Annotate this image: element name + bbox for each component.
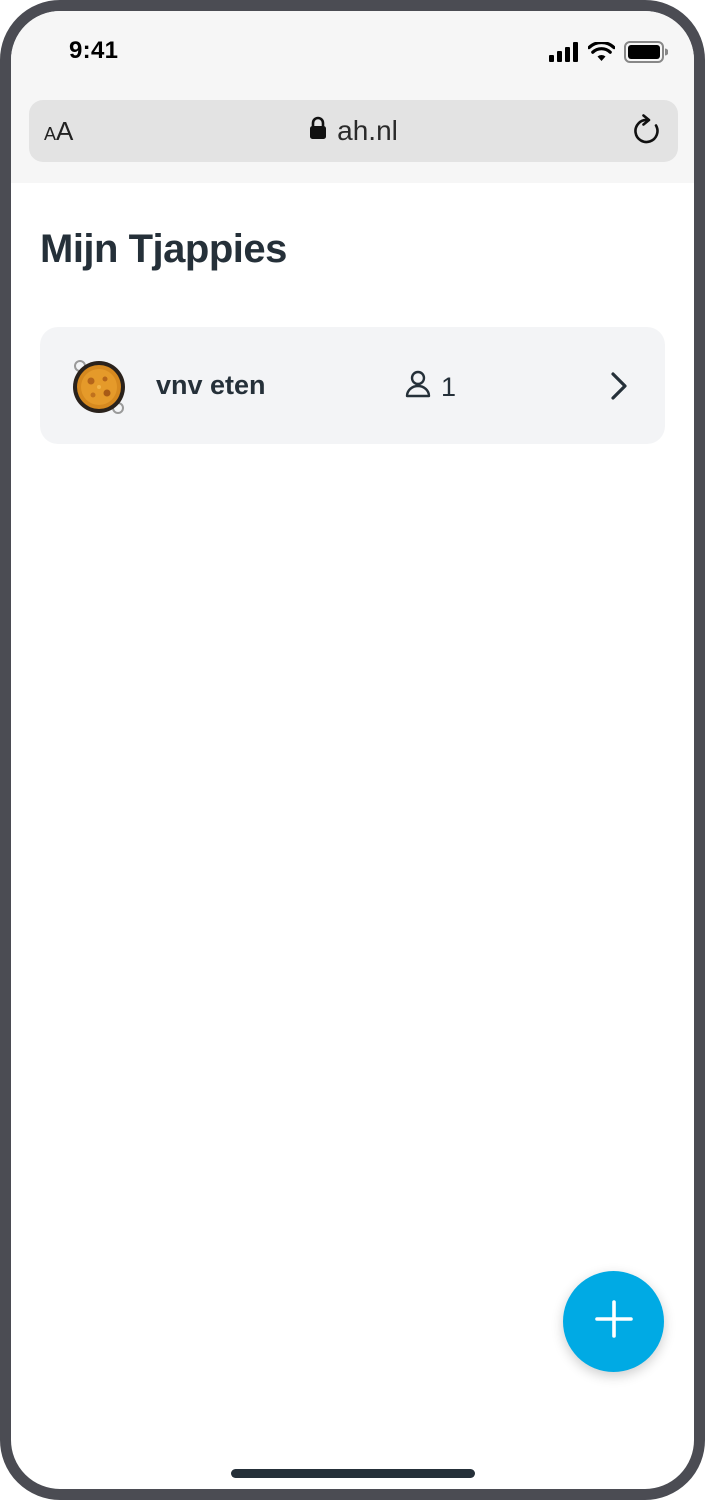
list-item[interactable]: vnv eten 1 bbox=[40, 327, 665, 444]
plus-icon bbox=[594, 1299, 634, 1344]
phone-frame: 9:41 AA ah.nl Mijn Tjappies vnv eten 1 bbox=[0, 0, 705, 1500]
url-display[interactable]: ah.nl bbox=[29, 112, 678, 150]
list-name: vnv eten bbox=[156, 370, 266, 400]
add-list-button[interactable] bbox=[563, 1271, 664, 1372]
signal-icon bbox=[549, 42, 579, 62]
home-indicator[interactable] bbox=[231, 1469, 475, 1478]
battery-icon bbox=[624, 41, 668, 63]
page-title: Mijn Tjappies bbox=[40, 227, 287, 271]
status-time: 9:41 bbox=[69, 37, 119, 64]
url-text: ah.nl bbox=[337, 115, 398, 146]
member-count-value: 1 bbox=[441, 372, 457, 402]
status-icons bbox=[549, 39, 668, 65]
lock-icon bbox=[309, 112, 327, 150]
wifi-icon bbox=[588, 42, 615, 62]
member-count: 1 bbox=[405, 370, 456, 405]
page-content: Mijn Tjappies vnv eten 1 bbox=[11, 183, 694, 1489]
address-bar[interactable]: AA ah.nl bbox=[29, 100, 678, 162]
browser-chrome: 9:41 AA ah.nl bbox=[11, 11, 694, 183]
paella-pan-icon bbox=[69, 357, 129, 417]
person-icon bbox=[405, 370, 431, 405]
chevron-right-icon bbox=[609, 371, 629, 406]
reload-icon[interactable] bbox=[630, 114, 664, 153]
